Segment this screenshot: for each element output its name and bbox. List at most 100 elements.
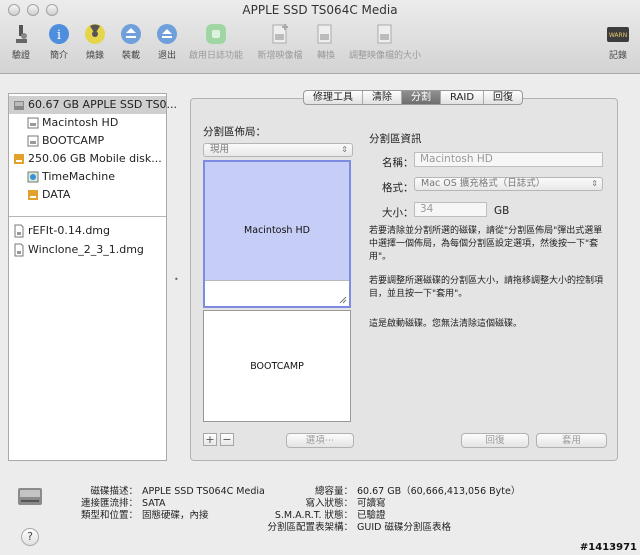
startup-disk-note: 這是啟動磁碟。您無法清除這個磁碟。 <box>369 319 523 329</box>
resize-image-button[interactable]: 調整映像檔的大小 <box>346 22 424 61</box>
disk-image-icon <box>14 243 24 257</box>
sidebar-item-label: TimeMachine <box>42 170 115 183</box>
convert-label: 轉換 <box>316 51 335 61</box>
svg-text:WARN: WARN <box>609 32 627 39</box>
log-icon: WARN <box>607 27 629 42</box>
select-arrows-icon: ⇕ <box>591 179 598 188</box>
convert-icon <box>317 24 332 44</box>
new-image-button[interactable]: 新增映像檔 <box>254 22 306 61</box>
sidebar-item-data[interactable]: DATA <box>23 186 70 204</box>
tab-partition[interactable]: 分割 <box>402 91 441 104</box>
split-resize-handle[interactable]: • <box>174 275 179 284</box>
disk-list: 60.67 GB APPLE SSD TS0... Macintosh HD B… <box>8 93 177 461</box>
desc-label: 磁碟描述： <box>90 486 138 497</box>
disk-image-icon <box>14 224 24 238</box>
resize-image-icon <box>377 24 392 44</box>
log-label: 記錄 <box>608 51 627 61</box>
tab-bar: 修理工具 清除 分割 RAID 回復 <box>303 90 524 105</box>
sidebar-item-label: BOOTCAMP <box>42 134 105 147</box>
options-button[interactable]: 選項⋯ <box>286 433 354 448</box>
free-space <box>205 280 349 306</box>
resize-grip-icon[interactable] <box>339 296 347 304</box>
sidebar-item-mobile-disk[interactable]: 250.06 GB Mobile disk... <box>9 150 162 168</box>
sidebar-item-label: 250.06 GB Mobile disk... <box>28 152 162 165</box>
partition-info-heading: 分割區資訊 <box>369 133 422 145</box>
internal-disk-icon <box>14 101 24 110</box>
convert-button[interactable]: 轉換 <box>313 22 339 61</box>
journal-button[interactable]: 啟用日誌功能 <box>186 22 246 61</box>
partition-name: BOOTCAMP <box>250 360 304 372</box>
write-status-label: 寫入狀態： <box>305 498 353 509</box>
tab-erase[interactable]: 清除 <box>363 91 402 104</box>
sidebar-item-label: DATA <box>42 188 71 201</box>
smart-label: S.M.A.R.T. 狀態： <box>274 510 353 521</box>
instructions-erase: 若要清除並分割所選的磁碟，請從"分割區佈局"彈出式選單中選擇一個佈局，為每個分割… <box>369 226 603 262</box>
name-label: 名稱： <box>382 157 414 169</box>
partition-macintosh-hd[interactable]: Macintosh HD <box>203 160 351 308</box>
revert-button[interactable]: 回復 <box>461 433 529 448</box>
log-button[interactable]: WARN 記錄 <box>604 22 632 61</box>
add-partition-button[interactable]: + <box>203 433 217 446</box>
volume-icon <box>27 135 39 147</box>
sidebar-item-label: 60.67 GB APPLE SSD TS0... <box>28 98 178 111</box>
partition-bootcamp[interactable]: BOOTCAMP <box>203 310 351 422</box>
mount-label: 裝載 <box>121 51 140 61</box>
eject-button[interactable]: 退出 <box>154 22 180 61</box>
burn-button[interactable]: 燒錄 <box>82 22 108 61</box>
smart-value: 已驗證 <box>357 510 386 521</box>
disk-drive-icon <box>18 488 42 505</box>
burn-label: 燒錄 <box>85 51 104 61</box>
new-image-label: 新增映像檔 <box>257 51 303 61</box>
partition-name: Macintosh HD <box>244 224 310 236</box>
window-title: APPLE SSD TS064C Media <box>242 3 398 17</box>
scheme-value: GUID 磁碟分割區表格 <box>357 522 451 533</box>
apply-button[interactable]: 套用 <box>536 433 607 448</box>
size-unit: GB <box>494 205 510 217</box>
write-status-value: 可讀寫 <box>357 498 386 509</box>
volume-icon <box>27 117 39 129</box>
type-label: 類型和位置： <box>80 510 138 521</box>
name-field[interactable]: Macintosh HD <box>414 152 603 167</box>
sidebar-item-refit-dmg[interactable]: rEFIt-0.14.dmg <box>9 222 110 240</box>
tab-first-aid[interactable]: 修理工具 <box>304 91 363 104</box>
sidebar-item-ssd[interactable]: 60.67 GB APPLE SSD TS0... <box>9 96 177 114</box>
sidebar-item-label: Winclone_2_3_1.dmg <box>28 243 144 256</box>
sidebar-divider <box>9 216 166 217</box>
sidebar-item-macintosh-hd[interactable]: Macintosh HD <box>23 114 118 132</box>
layout-select[interactable]: 現用 ⇕ <box>203 143 353 157</box>
sidebar-item-label: rEFIt-0.14.dmg <box>28 224 110 237</box>
remove-partition-button[interactable]: − <box>220 433 234 446</box>
capacity-value: 60.67 GB（60,666,413,056 Byte） <box>357 486 521 497</box>
size-field[interactable]: 34 <box>414 202 487 217</box>
eject-icon <box>157 24 177 44</box>
sidebar-item-timemachine[interactable]: TimeMachine <box>23 168 115 186</box>
journal-icon <box>206 24 226 44</box>
tab-raid[interactable]: RAID <box>441 91 485 104</box>
sidebar-item-bootcamp[interactable]: BOOTCAMP <box>23 132 104 150</box>
microscope-icon <box>16 25 27 43</box>
help-button[interactable]: ? <box>21 528 39 546</box>
info-button[interactable]: i 簡介 <box>46 22 72 61</box>
eject-label: 退出 <box>157 51 176 61</box>
select-arrows-icon: ⇕ <box>341 145 348 154</box>
resize-image-label: 調整映像檔的大小 <box>348 51 421 61</box>
capacity-label: 總容量： <box>314 486 353 497</box>
format-select[interactable]: Mac OS 擴充格式（日誌式） ⇕ <box>414 177 603 191</box>
tab-restore[interactable]: 回復 <box>484 91 522 104</box>
external-volume-icon <box>28 190 38 200</box>
sidebar-item-winclone-dmg[interactable]: Winclone_2_3_1.dmg <box>9 241 144 259</box>
mount-icon <box>121 24 141 44</box>
verify-button[interactable]: 驗證 <box>8 22 34 61</box>
new-image-icon <box>272 24 288 44</box>
type-value: 固態硬碟，內接 <box>142 510 209 521</box>
mount-button[interactable]: 裝載 <box>118 22 144 61</box>
svg-text:i: i <box>57 28 61 43</box>
info-icon: i <box>49 24 69 44</box>
journal-label: 啟用日誌功能 <box>188 51 243 61</box>
layout-label: 分割區佈局： <box>203 126 266 138</box>
scheme-label: 分割區配置表架構： <box>267 522 353 533</box>
disk-utility-window: APPLE SSD TS064C Media 驗證 i 簡介 燒錄 裝載 退出 … <box>0 0 640 555</box>
timemachine-icon <box>27 171 39 183</box>
external-disk-icon <box>14 154 24 164</box>
format-label: 格式： <box>382 182 414 194</box>
